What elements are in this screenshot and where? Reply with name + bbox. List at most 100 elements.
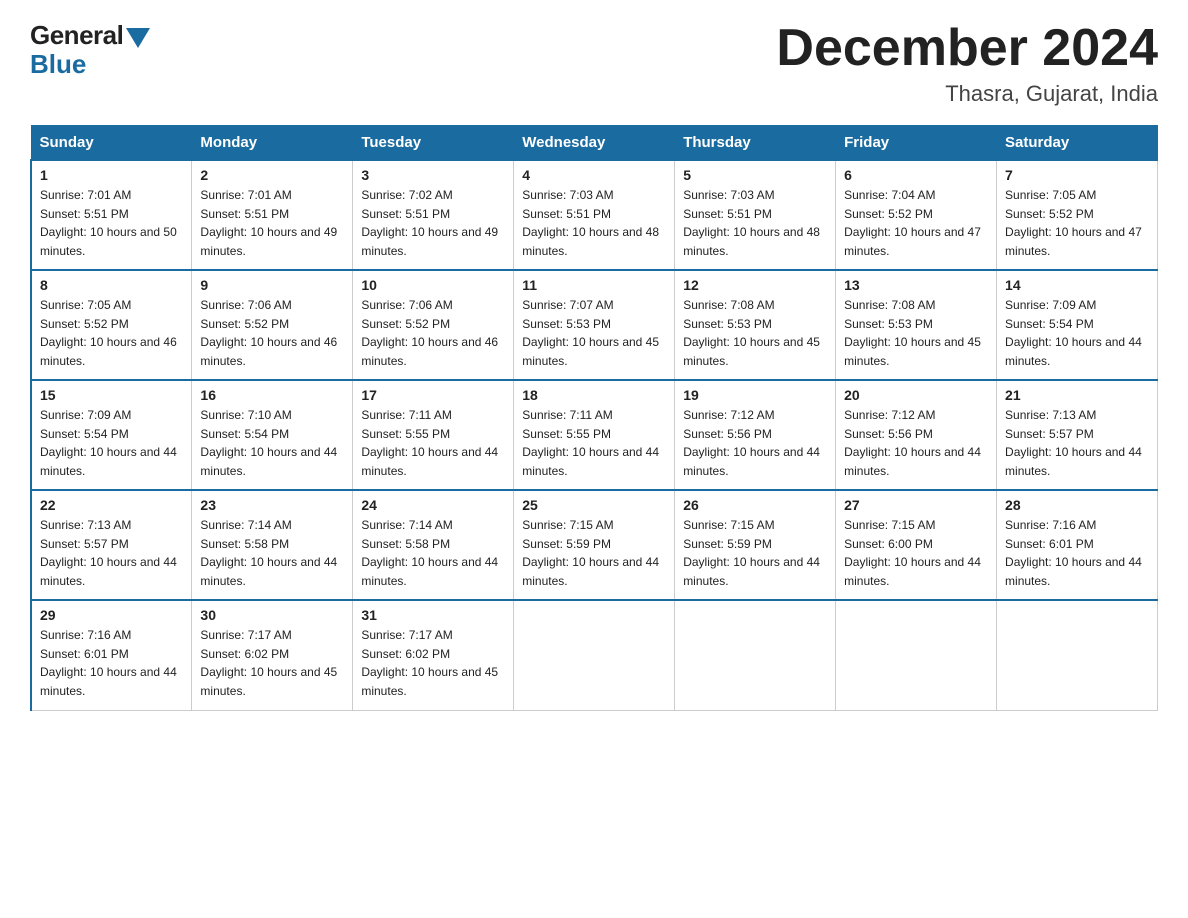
- day-info: Sunrise: 7:13 AM Sunset: 5:57 PM Dayligh…: [1005, 406, 1149, 480]
- day-info: Sunrise: 7:11 AM Sunset: 5:55 PM Dayligh…: [522, 406, 666, 480]
- day-info: Sunrise: 7:12 AM Sunset: 5:56 PM Dayligh…: [683, 406, 827, 480]
- day-number: 25: [522, 497, 666, 513]
- header-tuesday: Tuesday: [353, 126, 514, 161]
- calendar-cell: [836, 600, 997, 710]
- day-number: 5: [683, 167, 827, 183]
- day-number: 8: [40, 277, 183, 293]
- calendar-header-row: SundayMondayTuesdayWednesdayThursdayFrid…: [31, 126, 1158, 161]
- calendar-cell: 25 Sunrise: 7:15 AM Sunset: 5:59 PM Dayl…: [514, 490, 675, 600]
- day-number: 4: [522, 167, 666, 183]
- day-number: 14: [1005, 277, 1149, 293]
- day-info: Sunrise: 7:16 AM Sunset: 6:01 PM Dayligh…: [40, 626, 183, 700]
- day-info: Sunrise: 7:09 AM Sunset: 5:54 PM Dayligh…: [1005, 296, 1149, 370]
- calendar-cell: 12 Sunrise: 7:08 AM Sunset: 5:53 PM Dayl…: [675, 270, 836, 380]
- day-info: Sunrise: 7:13 AM Sunset: 5:57 PM Dayligh…: [40, 516, 183, 590]
- page-header: General Blue December 2024 Thasra, Gujar…: [30, 20, 1158, 107]
- day-info: Sunrise: 7:10 AM Sunset: 5:54 PM Dayligh…: [200, 406, 344, 480]
- header-wednesday: Wednesday: [514, 126, 675, 161]
- calendar-cell: 27 Sunrise: 7:15 AM Sunset: 6:00 PM Dayl…: [836, 490, 997, 600]
- calendar-cell: [675, 600, 836, 710]
- calendar-cell: 3 Sunrise: 7:02 AM Sunset: 5:51 PM Dayli…: [353, 160, 514, 270]
- day-info: Sunrise: 7:09 AM Sunset: 5:54 PM Dayligh…: [40, 406, 183, 480]
- calendar-cell: 20 Sunrise: 7:12 AM Sunset: 5:56 PM Dayl…: [836, 380, 997, 490]
- calendar-table: SundayMondayTuesdayWednesdayThursdayFrid…: [30, 125, 1158, 711]
- day-number: 15: [40, 387, 183, 403]
- calendar-week-row: 15 Sunrise: 7:09 AM Sunset: 5:54 PM Dayl…: [31, 380, 1158, 490]
- calendar-week-row: 29 Sunrise: 7:16 AM Sunset: 6:01 PM Dayl…: [31, 600, 1158, 710]
- day-number: 21: [1005, 387, 1149, 403]
- header-thursday: Thursday: [675, 126, 836, 161]
- day-number: 29: [40, 607, 183, 623]
- calendar-cell: 8 Sunrise: 7:05 AM Sunset: 5:52 PM Dayli…: [31, 270, 192, 380]
- calendar-cell: 17 Sunrise: 7:11 AM Sunset: 5:55 PM Dayl…: [353, 380, 514, 490]
- calendar-cell: 1 Sunrise: 7:01 AM Sunset: 5:51 PM Dayli…: [31, 160, 192, 270]
- calendar-cell: 6 Sunrise: 7:04 AM Sunset: 5:52 PM Dayli…: [836, 160, 997, 270]
- day-info: Sunrise: 7:03 AM Sunset: 5:51 PM Dayligh…: [683, 186, 827, 260]
- calendar-week-row: 8 Sunrise: 7:05 AM Sunset: 5:52 PM Dayli…: [31, 270, 1158, 380]
- day-info: Sunrise: 7:15 AM Sunset: 5:59 PM Dayligh…: [522, 516, 666, 590]
- header-sunday: Sunday: [31, 126, 192, 161]
- day-number: 13: [844, 277, 988, 293]
- calendar-cell: 29 Sunrise: 7:16 AM Sunset: 6:01 PM Dayl…: [31, 600, 192, 710]
- day-info: Sunrise: 7:02 AM Sunset: 5:51 PM Dayligh…: [361, 186, 505, 260]
- calendar-cell: [997, 600, 1158, 710]
- day-info: Sunrise: 7:08 AM Sunset: 5:53 PM Dayligh…: [683, 296, 827, 370]
- calendar-cell: 5 Sunrise: 7:03 AM Sunset: 5:51 PM Dayli…: [675, 160, 836, 270]
- day-info: Sunrise: 7:01 AM Sunset: 5:51 PM Dayligh…: [200, 186, 344, 260]
- title-block: December 2024 Thasra, Gujarat, India: [776, 20, 1158, 107]
- calendar-cell: 2 Sunrise: 7:01 AM Sunset: 5:51 PM Dayli…: [192, 160, 353, 270]
- calendar-cell: [514, 600, 675, 710]
- day-number: 17: [361, 387, 505, 403]
- calendar-cell: 11 Sunrise: 7:07 AM Sunset: 5:53 PM Dayl…: [514, 270, 675, 380]
- calendar-cell: 18 Sunrise: 7:11 AM Sunset: 5:55 PM Dayl…: [514, 380, 675, 490]
- calendar-cell: 14 Sunrise: 7:09 AM Sunset: 5:54 PM Dayl…: [997, 270, 1158, 380]
- day-number: 26: [683, 497, 827, 513]
- header-friday: Friday: [836, 126, 997, 161]
- calendar-cell: 19 Sunrise: 7:12 AM Sunset: 5:56 PM Dayl…: [675, 380, 836, 490]
- day-info: Sunrise: 7:14 AM Sunset: 5:58 PM Dayligh…: [200, 516, 344, 590]
- calendar-week-row: 1 Sunrise: 7:01 AM Sunset: 5:51 PM Dayli…: [31, 160, 1158, 270]
- day-info: Sunrise: 7:07 AM Sunset: 5:53 PM Dayligh…: [522, 296, 666, 370]
- day-info: Sunrise: 7:03 AM Sunset: 5:51 PM Dayligh…: [522, 186, 666, 260]
- day-number: 6: [844, 167, 988, 183]
- day-number: 28: [1005, 497, 1149, 513]
- calendar-cell: 22 Sunrise: 7:13 AM Sunset: 5:57 PM Dayl…: [31, 490, 192, 600]
- calendar-cell: 30 Sunrise: 7:17 AM Sunset: 6:02 PM Dayl…: [192, 600, 353, 710]
- calendar-cell: 26 Sunrise: 7:15 AM Sunset: 5:59 PM Dayl…: [675, 490, 836, 600]
- logo: General Blue: [30, 20, 150, 80]
- calendar-cell: 16 Sunrise: 7:10 AM Sunset: 5:54 PM Dayl…: [192, 380, 353, 490]
- header-monday: Monday: [192, 126, 353, 161]
- day-info: Sunrise: 7:04 AM Sunset: 5:52 PM Dayligh…: [844, 186, 988, 260]
- location-text: Thasra, Gujarat, India: [776, 81, 1158, 107]
- day-number: 23: [200, 497, 344, 513]
- logo-blue-text: Blue: [30, 49, 86, 80]
- day-number: 10: [361, 277, 505, 293]
- calendar-week-row: 22 Sunrise: 7:13 AM Sunset: 5:57 PM Dayl…: [31, 490, 1158, 600]
- calendar-cell: 7 Sunrise: 7:05 AM Sunset: 5:52 PM Dayli…: [997, 160, 1158, 270]
- day-number: 31: [361, 607, 505, 623]
- day-info: Sunrise: 7:06 AM Sunset: 5:52 PM Dayligh…: [361, 296, 505, 370]
- day-info: Sunrise: 7:01 AM Sunset: 5:51 PM Dayligh…: [40, 186, 183, 260]
- day-number: 27: [844, 497, 988, 513]
- day-info: Sunrise: 7:05 AM Sunset: 5:52 PM Dayligh…: [40, 296, 183, 370]
- day-info: Sunrise: 7:08 AM Sunset: 5:53 PM Dayligh…: [844, 296, 988, 370]
- calendar-cell: 24 Sunrise: 7:14 AM Sunset: 5:58 PM Dayl…: [353, 490, 514, 600]
- calendar-cell: 4 Sunrise: 7:03 AM Sunset: 5:51 PM Dayli…: [514, 160, 675, 270]
- day-number: 16: [200, 387, 344, 403]
- calendar-cell: 15 Sunrise: 7:09 AM Sunset: 5:54 PM Dayl…: [31, 380, 192, 490]
- calendar-cell: 10 Sunrise: 7:06 AM Sunset: 5:52 PM Dayl…: [353, 270, 514, 380]
- day-number: 22: [40, 497, 183, 513]
- logo-triangle-icon: [126, 28, 150, 48]
- logo-general-text: General: [30, 20, 123, 51]
- calendar-cell: 9 Sunrise: 7:06 AM Sunset: 5:52 PM Dayli…: [192, 270, 353, 380]
- day-info: Sunrise: 7:12 AM Sunset: 5:56 PM Dayligh…: [844, 406, 988, 480]
- day-info: Sunrise: 7:05 AM Sunset: 5:52 PM Dayligh…: [1005, 186, 1149, 260]
- day-number: 1: [40, 167, 183, 183]
- day-number: 18: [522, 387, 666, 403]
- calendar-cell: 23 Sunrise: 7:14 AM Sunset: 5:58 PM Dayl…: [192, 490, 353, 600]
- day-info: Sunrise: 7:17 AM Sunset: 6:02 PM Dayligh…: [200, 626, 344, 700]
- calendar-cell: 31 Sunrise: 7:17 AM Sunset: 6:02 PM Dayl…: [353, 600, 514, 710]
- day-number: 11: [522, 277, 666, 293]
- calendar-cell: 28 Sunrise: 7:16 AM Sunset: 6:01 PM Dayl…: [997, 490, 1158, 600]
- day-info: Sunrise: 7:06 AM Sunset: 5:52 PM Dayligh…: [200, 296, 344, 370]
